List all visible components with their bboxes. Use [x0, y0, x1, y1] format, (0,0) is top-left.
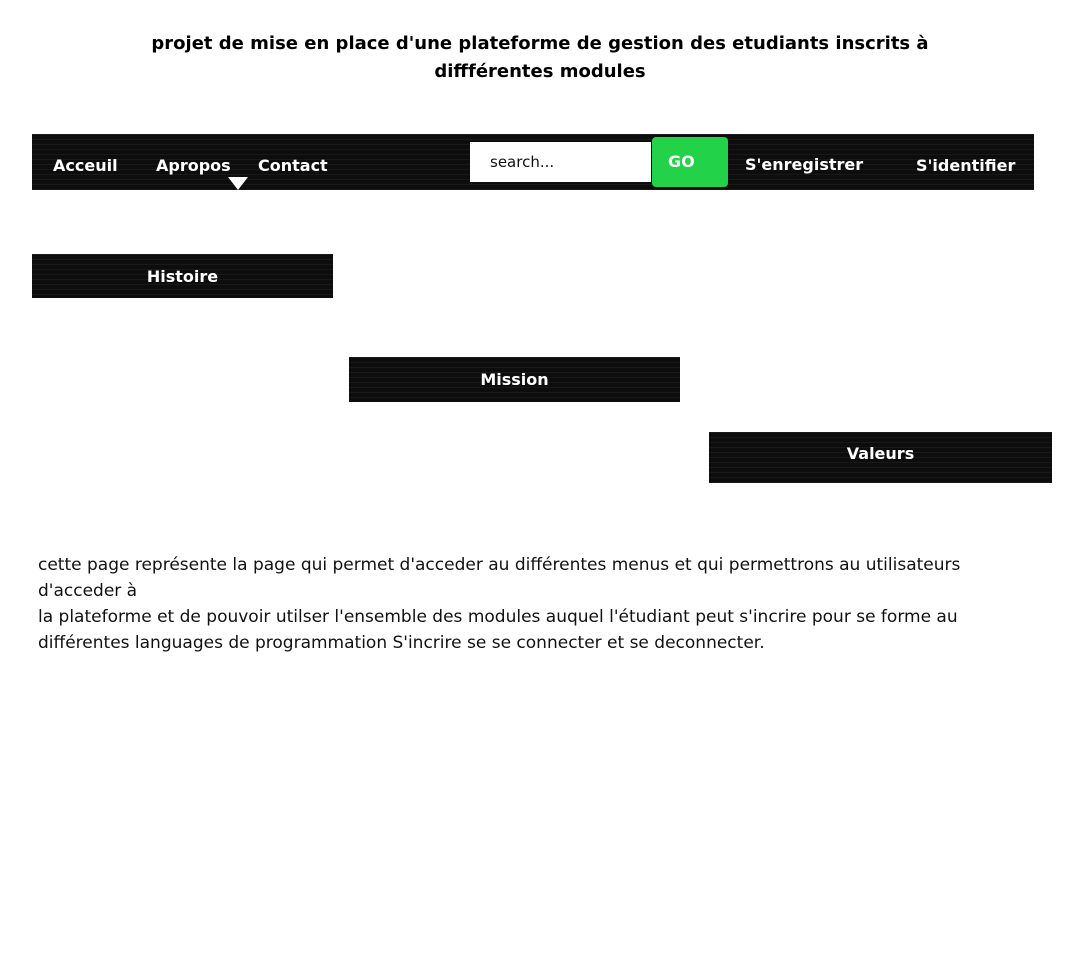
nav-link-acceuil[interactable]: Acceuil — [53, 156, 118, 175]
description-line-2: la plateforme et de pouvoir utilser l'en… — [38, 607, 958, 653]
caret-down-icon[interactable] — [228, 177, 248, 190]
mission-button[interactable]: Mission — [349, 357, 680, 402]
go-button[interactable]: GO — [652, 137, 728, 187]
page-title: projet de mise en place d'une plateforme… — [151, 33, 929, 82]
histoire-button[interactable]: Histoire — [32, 254, 333, 298]
login-link[interactable]: S'identifier — [916, 156, 1015, 175]
main-navbar: Acceuil Apropos Contact GO S'enregistrer… — [32, 134, 1034, 190]
nav-link-apropos[interactable]: Apropos — [156, 156, 231, 175]
register-link[interactable]: S'enregistrer — [745, 155, 863, 174]
description-line-1: cette page représente la page qui permet… — [38, 555, 961, 601]
nav-link-contact[interactable]: Contact — [258, 156, 328, 175]
valeurs-button[interactable]: Valeurs — [709, 432, 1052, 483]
search-input[interactable] — [470, 142, 651, 182]
page-description: cette page représente la page qui permet… — [38, 552, 978, 656]
